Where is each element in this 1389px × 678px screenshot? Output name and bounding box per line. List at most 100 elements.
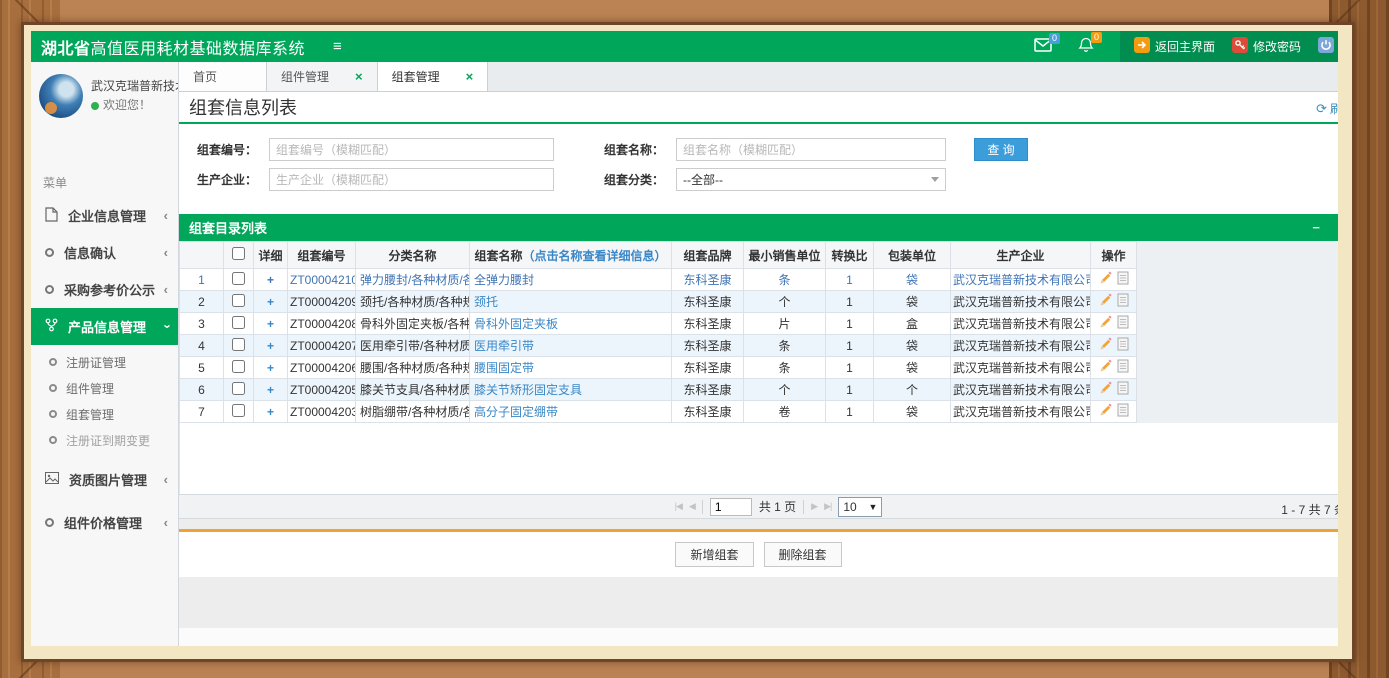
close-icon[interactable]: × — [355, 69, 363, 84]
pager-divider — [803, 500, 804, 514]
sidebar-item-info-confirm[interactable]: 信息确认 ‹ — [31, 234, 178, 271]
prev-page-button[interactable]: ◀ — [689, 501, 695, 512]
view-document-icon[interactable] — [1117, 337, 1129, 354]
pack-unit-cell: 袋 — [874, 357, 951, 379]
user-panel: 武汉克瑞普新技术 欢迎您！ — [31, 62, 178, 128]
footer-strip — [179, 628, 1338, 646]
page-size-select[interactable]: 10▼ — [838, 497, 882, 517]
edit-pencil-icon[interactable] — [1099, 359, 1113, 376]
first-page-button[interactable]: |◀ — [675, 501, 682, 512]
row-checkbox-cell — [224, 269, 254, 291]
set-name-link[interactable]: 膝关节矫形固定支具 — [474, 383, 582, 397]
brand-cell: 东科圣康 — [672, 269, 744, 291]
submenu-item-registration-cert[interactable]: 注册证管理 — [31, 349, 178, 375]
set-name-label: 组套名称： — [594, 141, 664, 158]
expand-row-button[interactable]: + — [267, 405, 274, 419]
expand-row-button[interactable]: + — [267, 317, 274, 331]
view-document-icon[interactable] — [1117, 315, 1129, 332]
set-name-link[interactable]: 高分子固定绷带 — [474, 405, 558, 419]
edit-pencil-icon[interactable] — [1099, 337, 1113, 354]
last-page-button[interactable]: ▶| — [824, 501, 831, 512]
select-value: --全部-- — [683, 171, 723, 188]
edit-pencil-icon[interactable] — [1099, 293, 1113, 310]
set-code-input[interactable] — [269, 138, 554, 161]
close-icon[interactable]: × — [466, 69, 474, 84]
page-number-input[interactable] — [710, 498, 752, 516]
refresh-button[interactable]: ⟳刷新 — [1316, 100, 1338, 117]
change-password-button[interactable]: 修改密码 — [1232, 37, 1301, 56]
view-document-icon[interactable] — [1117, 293, 1129, 310]
view-document-icon[interactable] — [1117, 271, 1129, 288]
sidebar-item-enterprise-info[interactable]: 企业信息管理 ‹ — [31, 197, 178, 234]
row-checkbox[interactable] — [232, 316, 245, 329]
set-name-input[interactable] — [676, 138, 946, 161]
circle-icon — [45, 285, 54, 294]
set-name-link[interactable]: 骨科外固定夹板 — [474, 317, 558, 331]
add-set-button[interactable]: 新增组套 — [675, 542, 753, 567]
set-name-link[interactable]: 腰围固定带 — [474, 361, 534, 375]
row-checkbox[interactable] — [232, 272, 245, 285]
view-document-icon[interactable] — [1117, 359, 1129, 376]
row-checkbox-cell — [224, 357, 254, 379]
set-category-select[interactable]: --全部-- — [676, 168, 946, 191]
expand-row-button[interactable]: + — [267, 339, 274, 353]
set-code-cell: ZT00004207 — [288, 335, 356, 357]
pagination-bar: |◀ ◀ 共 1 页 ▶ ▶| 10▼ 1 - 7 共 7 条 — [179, 494, 1338, 520]
view-document-icon[interactable] — [1117, 403, 1129, 420]
collapse-panel-button[interactable]: − — [1312, 220, 1320, 235]
sidebar-item-qualification-images[interactable]: 资质图片管理 ‹ — [31, 461, 178, 498]
edit-pencil-icon[interactable] — [1099, 271, 1113, 288]
manufacturer-input[interactable] — [269, 168, 554, 191]
user-company-name: 武汉克瑞普新技术 — [91, 77, 178, 96]
tab-bar: 首页 组件管理× 组套管理× — [179, 62, 1338, 92]
next-page-button[interactable]: ▶ — [811, 501, 817, 512]
query-button[interactable]: 查 询 — [974, 138, 1028, 161]
edit-pencil-icon[interactable] — [1099, 315, 1113, 332]
sidebar-item-price-publicity[interactable]: 采购参考价公示 ‹ — [31, 271, 178, 308]
mail-button[interactable]: 0 — [1034, 38, 1052, 55]
category-cell: 膝关节支具/各种材质/各 — [356, 379, 470, 401]
set-name-link[interactable]: 医用牵引带 — [474, 339, 534, 353]
pager-divider — [702, 500, 703, 514]
notification-button[interactable]: 0 — [1078, 37, 1094, 56]
row-checkbox[interactable] — [232, 338, 245, 351]
tab-set-management[interactable]: 组套管理× — [378, 62, 489, 91]
set-name-link[interactable]: 全弹力腰封 — [474, 273, 534, 287]
select-all-checkbox[interactable] — [232, 247, 245, 260]
expand-row-button[interactable]: + — [267, 361, 274, 375]
min-unit-cell: 条 — [744, 335, 826, 357]
return-main-button[interactable]: 返回主界面 — [1134, 37, 1215, 56]
edit-pencil-icon[interactable] — [1099, 403, 1113, 420]
row-number: 1 — [180, 269, 224, 291]
expand-row-button[interactable]: + — [267, 383, 274, 397]
return-main-label: 返回主界面 — [1155, 38, 1215, 55]
row-checkbox[interactable] — [232, 382, 245, 395]
expand-row-button[interactable]: + — [267, 273, 274, 287]
set-name-link[interactable]: 颈托 — [474, 295, 498, 309]
row-checkbox[interactable] — [232, 360, 245, 373]
set-category-label: 组套分类： — [594, 171, 664, 188]
hamburger-menu-icon[interactable]: ≡ — [333, 38, 342, 55]
app-title-province: 湖北省 — [41, 41, 91, 58]
manufacturer-cell: 武汉克瑞普新技术有限公司 — [951, 401, 1091, 423]
pack-unit-cell: 个 — [874, 379, 951, 401]
submenu-item-component-management[interactable]: 组件管理 — [31, 375, 178, 401]
tab-component-management[interactable]: 组件管理× — [267, 62, 378, 91]
logout-button[interactable]: 退出 — [1318, 37, 1338, 56]
total-pages-label: 共 1 页 — [759, 498, 796, 515]
sidebar-item-product-info[interactable]: 产品信息管理 ‹ — [31, 308, 178, 345]
expand-row-button[interactable]: + — [267, 295, 274, 309]
operations-cell — [1091, 291, 1137, 313]
delete-set-button[interactable]: 删除组套 — [764, 542, 842, 567]
row-checkbox[interactable] — [232, 404, 245, 417]
tab-home[interactable]: 首页 — [179, 62, 267, 91]
submenu-item-cert-expiry-change[interactable]: 注册证到期变更 — [31, 427, 178, 453]
set-code-cell: ZT00004203 — [288, 401, 356, 423]
edit-pencil-icon[interactable] — [1099, 381, 1113, 398]
sidebar-item-component-price[interactable]: 组件价格管理 ‹ — [31, 504, 178, 541]
row-checkbox[interactable] — [232, 294, 245, 307]
submenu-item-label: 组件管理 — [66, 380, 114, 397]
menu-section-label: 菜单 — [31, 128, 178, 197]
submenu-item-set-management[interactable]: 组套管理 — [31, 401, 178, 427]
view-document-icon[interactable] — [1117, 381, 1129, 398]
